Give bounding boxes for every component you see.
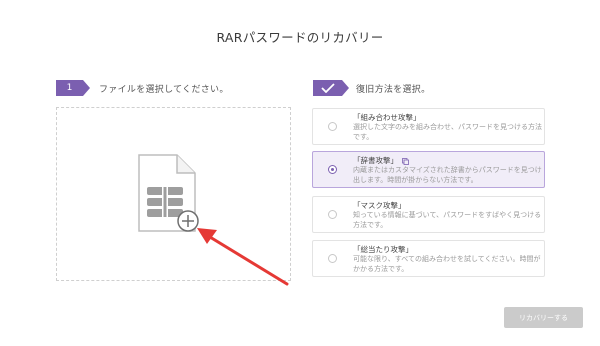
method-radio[interactable] [328,122,337,131]
window-title: RARパスワードのリカバリー [216,30,384,45]
method-description: 選択した文字のみを組み合わせ、パスワードを見つける方法です。 [353,123,542,141]
step-1-number: 1 [56,80,83,96]
check-icon [313,80,342,96]
step-2-badge [313,80,349,96]
method-name: 「辞書攻撃」 [353,156,398,165]
step-1-badge: 1 [56,80,90,96]
rar-file-add-icon[interactable] [137,153,199,233]
annotation-arrow [197,228,289,286]
method-option-combination[interactable]: 「組み合わせ攻撃」 選択した文字のみを組み合わせ、パスワードを見つける方法です。 [312,108,545,145]
method-option-brute-force[interactable]: 「総当たり攻撃」 可能な限り、すべての組み合わせを試してください。時間がかかる方… [312,240,545,277]
method-radio[interactable] [328,254,337,263]
step-2-label: 復旧方法を選択。 [356,85,431,95]
method-radio[interactable] [328,165,337,174]
step-1-badge-arrow [83,80,90,96]
step-1-label: ファイルを選択してください。 [99,85,229,95]
copy-icon[interactable] [402,157,409,165]
recover-button[interactable]: リカバリーする [504,307,583,328]
method-option-mask[interactable]: 「マスク攻撃」 知っている情報に基づいて、パスワードをすばやく見つける方法です。 [312,196,545,233]
step-2-badge-arrow [342,80,349,96]
method-description: 内蔵またはカスタマイズされた辞書からパスワードを見つけ出します。時間が掛からない… [353,166,542,184]
method-description: 可能な限り、すべての組み合わせを試してください。時間がかかる方法です。 [353,255,541,273]
method-description: 知っている情報に基づいて、パスワードをすばやく見つける方法です。 [353,211,542,229]
method-option-dictionary[interactable]: 「辞書攻撃」 内蔵またはカスタマイズされた辞書からパスワードを見つけ出します。時… [312,151,545,188]
method-radio[interactable] [328,210,337,219]
